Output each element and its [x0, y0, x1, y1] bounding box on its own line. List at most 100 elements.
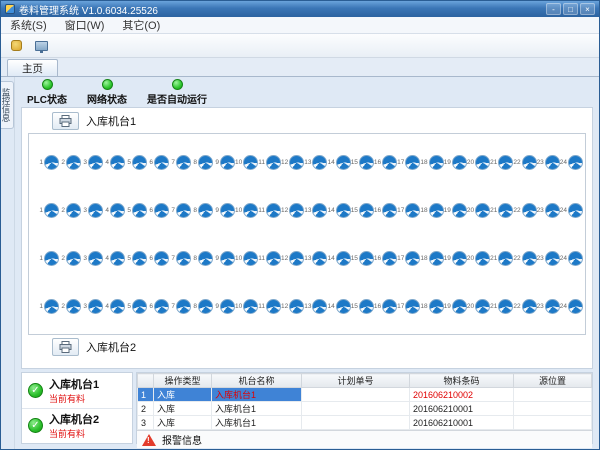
reel-gauge-icon[interactable]	[429, 251, 444, 266]
reel-gauge-icon[interactable]	[66, 155, 81, 170]
toolbar-button-settings[interactable]	[5, 36, 27, 55]
reel-gauge-icon[interactable]	[359, 155, 374, 170]
reel-gauge-icon[interactable]	[429, 203, 444, 218]
print-button-station1[interactable]	[52, 112, 79, 130]
reel-gauge-icon[interactable]	[405, 251, 420, 266]
reel-gauge-icon[interactable]	[266, 251, 281, 266]
reel-gauge-icon[interactable]	[220, 155, 235, 170]
reel-gauge-icon[interactable]	[545, 299, 560, 314]
reel-gauge-icon[interactable]	[545, 155, 560, 170]
reel-gauge-icon[interactable]	[44, 155, 59, 170]
reel-gauge-icon[interactable]	[475, 299, 490, 314]
reel-gauge-icon[interactable]	[243, 155, 258, 170]
table-cell[interactable]: 入库	[154, 402, 212, 416]
reel-gauge-icon[interactable]	[44, 203, 59, 218]
column-header[interactable]: 机台名称	[212, 374, 302, 388]
reel-gauge-icon[interactable]	[132, 203, 147, 218]
table-cell[interactable]	[514, 402, 592, 416]
reel-gauge-icon[interactable]	[198, 299, 213, 314]
reel-gauge-icon[interactable]	[243, 203, 258, 218]
reel-gauge-icon[interactable]	[382, 155, 397, 170]
reel-gauge-icon[interactable]	[88, 251, 103, 266]
reel-gauge-icon[interactable]	[266, 155, 281, 170]
reel-gauge-icon[interactable]	[498, 155, 513, 170]
reel-gauge-icon[interactable]	[498, 251, 513, 266]
reel-gauge-icon[interactable]	[452, 251, 467, 266]
column-header[interactable]: 操作类型	[154, 374, 212, 388]
reel-gauge-icon[interactable]	[266, 299, 281, 314]
table-cell[interactable]: 入库机台1	[212, 388, 302, 402]
reel-gauge-icon[interactable]	[405, 299, 420, 314]
reel-gauge-icon[interactable]	[289, 155, 304, 170]
reel-gauge-icon[interactable]	[220, 251, 235, 266]
reel-gauge-icon[interactable]	[475, 155, 490, 170]
menu-item[interactable]: 窗口(W)	[56, 16, 114, 34]
reel-gauge-icon[interactable]	[498, 203, 513, 218]
reel-gauge-icon[interactable]	[429, 155, 444, 170]
menu-item[interactable]: 系统(S)	[1, 16, 56, 34]
reel-gauge-icon[interactable]	[198, 155, 213, 170]
reel-gauge-icon[interactable]	[154, 299, 169, 314]
reel-gauge-icon[interactable]	[545, 203, 560, 218]
reel-gauge-icon[interactable]	[312, 155, 327, 170]
reel-gauge-icon[interactable]	[336, 155, 351, 170]
reel-gauge-icon[interactable]	[154, 155, 169, 170]
table-cell[interactable]	[302, 402, 410, 416]
reel-gauge-icon[interactable]	[359, 203, 374, 218]
table-cell[interactable]: 201606210001	[410, 416, 514, 430]
reel-gauge-icon[interactable]	[110, 299, 125, 314]
reel-gauge-icon[interactable]	[198, 251, 213, 266]
reel-gauge-icon[interactable]	[220, 203, 235, 218]
reel-gauge-icon[interactable]	[176, 203, 191, 218]
reel-gauge-icon[interactable]	[154, 203, 169, 218]
reel-gauge-icon[interactable]	[568, 155, 583, 170]
reel-gauge-icon[interactable]	[132, 155, 147, 170]
reel-gauge-icon[interactable]	[154, 251, 169, 266]
reel-gauge-icon[interactable]	[336, 203, 351, 218]
table-cell[interactable]: 201606210001	[410, 402, 514, 416]
reel-gauge-icon[interactable]	[66, 299, 81, 314]
table-cell[interactable]	[302, 416, 410, 430]
reel-gauge-icon[interactable]	[568, 251, 583, 266]
reel-gauge-icon[interactable]	[452, 203, 467, 218]
reel-gauge-icon[interactable]	[382, 203, 397, 218]
reel-gauge-icon[interactable]	[110, 251, 125, 266]
reel-gauge-icon[interactable]	[110, 203, 125, 218]
menu-item[interactable]: 其它(O)	[113, 16, 169, 34]
reel-gauge-icon[interactable]	[359, 251, 374, 266]
reel-gauge-icon[interactable]	[522, 203, 537, 218]
print-button-station2[interactable]	[52, 338, 79, 356]
reel-gauge-icon[interactable]	[176, 299, 191, 314]
reel-gauge-icon[interactable]	[243, 299, 258, 314]
reel-gauge-icon[interactable]	[220, 299, 235, 314]
reel-gauge-icon[interactable]	[429, 299, 444, 314]
reel-gauge-icon[interactable]	[312, 251, 327, 266]
reel-gauge-icon[interactable]	[289, 299, 304, 314]
reel-gauge-icon[interactable]	[359, 299, 374, 314]
toolbar-button-monitor[interactable]	[30, 36, 52, 55]
reel-gauge-icon[interactable]	[88, 203, 103, 218]
reel-gauge-icon[interactable]	[132, 251, 147, 266]
reel-gauge-icon[interactable]	[545, 251, 560, 266]
table-cell[interactable]	[514, 388, 592, 402]
reel-gauge-icon[interactable]	[452, 299, 467, 314]
alarm-bar[interactable]: 报警信息	[137, 430, 592, 448]
tab-home[interactable]: 主页	[7, 59, 58, 76]
machine-card[interactable]: ✓入库机台1当前有料	[22, 373, 132, 409]
column-header[interactable]: 计划单号	[302, 374, 410, 388]
table-row[interactable]: 2入库入库机台1201606210001	[138, 402, 592, 416]
reel-gauge-icon[interactable]	[44, 299, 59, 314]
reel-gauge-icon[interactable]	[522, 251, 537, 266]
reel-gauge-icon[interactable]	[88, 155, 103, 170]
side-dock-tab[interactable]: 监控信息	[1, 81, 14, 129]
machine-card[interactable]: ✓入库机台2当前有料	[22, 409, 132, 444]
table-cell[interactable]: 201606210002	[410, 388, 514, 402]
reel-gauge-icon[interactable]	[475, 251, 490, 266]
reel-gauge-icon[interactable]	[110, 155, 125, 170]
table-cell[interactable]: 入库机台1	[212, 416, 302, 430]
reel-gauge-icon[interactable]	[405, 203, 420, 218]
reel-gauge-icon[interactable]	[405, 155, 420, 170]
reel-gauge-icon[interactable]	[289, 203, 304, 218]
window-control-button[interactable]: ×	[580, 3, 595, 15]
reel-gauge-icon[interactable]	[289, 251, 304, 266]
